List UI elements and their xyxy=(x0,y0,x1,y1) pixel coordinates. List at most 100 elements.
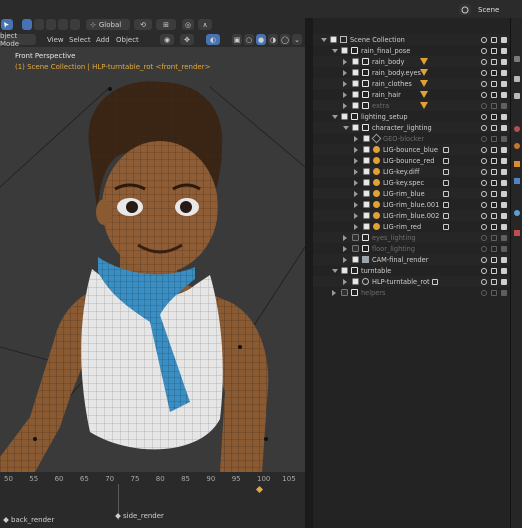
gizmo-toggle[interactable]: ✥ xyxy=(180,34,194,45)
world-tab-icon[interactable] xyxy=(514,143,520,149)
eye-icon[interactable] xyxy=(481,102,487,109)
outliner-row[interactable]: helpers xyxy=(313,287,511,298)
menu-add[interactable]: Add xyxy=(96,36,110,44)
render-icon[interactable] xyxy=(501,201,507,208)
expand-arrow-icon[interactable] xyxy=(332,48,338,53)
render-icon[interactable] xyxy=(501,278,507,285)
collapse-arrow-icon[interactable] xyxy=(343,278,347,285)
render-icon[interactable] xyxy=(501,47,507,54)
collapse-arrow-icon[interactable] xyxy=(354,179,358,186)
exclude-checkbox[interactable] xyxy=(363,179,370,186)
outliner-row[interactable]: LIG-rim_blue.001 xyxy=(313,199,511,210)
overlays-toggle[interactable]: ◐ xyxy=(206,34,220,45)
exclude-checkbox[interactable] xyxy=(352,124,359,131)
menu-view[interactable]: View xyxy=(47,36,64,44)
shading-options-dropdown[interactable]: ⌄ xyxy=(292,34,302,45)
tool-tab-icon[interactable] xyxy=(514,56,520,62)
eye-icon[interactable] xyxy=(481,190,487,197)
exclude-checkbox[interactable] xyxy=(352,102,359,109)
render-icon[interactable] xyxy=(501,91,507,98)
viewport-visibility-icon[interactable] xyxy=(491,36,497,43)
exclude-checkbox[interactable] xyxy=(341,289,348,296)
visibility-dropdown[interactable]: ◉ xyxy=(160,34,174,45)
exclude-checkbox[interactable] xyxy=(352,91,359,98)
scene-label[interactable]: Scene xyxy=(478,6,499,14)
select-tool-button[interactable] xyxy=(1,19,13,30)
outliner-row[interactable]: GEO-blocker xyxy=(313,133,511,144)
collapse-arrow-icon[interactable] xyxy=(343,58,347,65)
eye-icon[interactable] xyxy=(481,124,487,131)
eye-icon[interactable] xyxy=(481,267,487,274)
viewport-visibility-icon[interactable] xyxy=(491,223,497,230)
viewport-visibility-icon[interactable] xyxy=(491,245,497,252)
outliner-row[interactable]: rain_body xyxy=(313,56,511,67)
render-icon[interactable] xyxy=(501,256,507,263)
viewport-visibility-icon[interactable] xyxy=(491,289,497,296)
viewport-visibility-icon[interactable] xyxy=(491,124,497,131)
xray-toggle[interactable]: ▣ xyxy=(232,34,242,45)
expand-arrow-icon[interactable] xyxy=(343,125,349,130)
scene-icon[interactable] xyxy=(459,4,471,15)
collapse-arrow-icon[interactable] xyxy=(354,146,358,153)
viewport-visibility-icon[interactable] xyxy=(491,146,497,153)
viewport-visibility-icon[interactable] xyxy=(491,157,497,164)
viewport-visibility-icon[interactable] xyxy=(491,234,497,241)
proportional-edit-toggle[interactable]: ◎ xyxy=(182,19,194,30)
render-icon[interactable] xyxy=(501,190,507,197)
mode-dropdown[interactable]: bject Mode xyxy=(0,32,36,48)
eye-icon[interactable] xyxy=(481,201,487,208)
eye-icon[interactable] xyxy=(481,223,487,230)
eye-icon[interactable] xyxy=(481,168,487,175)
render-icon[interactable] xyxy=(501,58,507,65)
outliner-row[interactable]: LIG-rim_blue xyxy=(313,188,511,199)
eye-icon[interactable] xyxy=(481,58,487,65)
select-mode-invert-button[interactable] xyxy=(58,19,68,30)
eye-icon[interactable] xyxy=(481,113,487,120)
exclude-checkbox[interactable] xyxy=(352,69,359,76)
outliner-row[interactable]: HLP-turntable_rot xyxy=(313,276,511,287)
outliner-row[interactable]: eyes_lighting xyxy=(313,232,511,243)
eye-icon[interactable] xyxy=(481,135,487,142)
outliner-row[interactable]: LIG-bounce_red xyxy=(313,155,511,166)
expand-arrow-icon[interactable] xyxy=(321,37,327,42)
outliner-row[interactable]: LIG-bounce_blue xyxy=(313,144,511,155)
eye-icon[interactable] xyxy=(481,47,487,54)
snap-toggle[interactable]: ⊞ xyxy=(156,19,176,30)
render-icon[interactable] xyxy=(501,146,507,153)
collapse-arrow-icon[interactable] xyxy=(354,168,358,175)
viewport-visibility-icon[interactable] xyxy=(491,256,497,263)
select-mode-subtract-button[interactable] xyxy=(46,19,56,30)
keyframe-diamond[interactable] xyxy=(255,485,264,494)
eye-icon[interactable] xyxy=(481,179,487,186)
viewport-visibility-icon[interactable] xyxy=(491,69,497,76)
timeline-ruler[interactable]: 50 55 60 65 70 75 80 85 90 95 100 105 xyxy=(0,474,305,486)
eye-icon[interactable] xyxy=(481,146,487,153)
eye-icon[interactable] xyxy=(481,278,487,285)
outliner-row[interactable]: lighting_setup xyxy=(313,111,511,122)
output-tab-icon[interactable] xyxy=(514,93,520,99)
constraint-tab-icon[interactable] xyxy=(514,210,520,216)
viewport-visibility-icon[interactable] xyxy=(491,80,497,87)
render-icon[interactable] xyxy=(501,168,507,175)
exclude-checkbox[interactable] xyxy=(352,58,359,65)
outliner-row[interactable]: rain_body.eyes xyxy=(313,67,511,78)
viewport-visibility-icon[interactable] xyxy=(491,201,497,208)
eye-icon[interactable] xyxy=(481,69,487,76)
select-mode-new-button[interactable] xyxy=(22,19,32,30)
eye-icon[interactable] xyxy=(481,157,487,164)
outliner-row[interactable]: Scene Collection xyxy=(313,34,511,45)
exclude-checkbox[interactable] xyxy=(341,47,348,54)
exclude-checkbox[interactable] xyxy=(363,168,370,175)
outliner-row[interactable]: floor_lighting xyxy=(313,243,511,254)
collapse-arrow-icon[interactable] xyxy=(343,80,347,87)
render-icon[interactable] xyxy=(501,36,507,43)
exclude-checkbox[interactable] xyxy=(363,212,370,219)
exclude-checkbox[interactable] xyxy=(352,234,359,241)
viewport-visibility-icon[interactable] xyxy=(491,113,497,120)
render-icon[interactable] xyxy=(501,102,507,109)
collapse-arrow-icon[interactable] xyxy=(354,157,358,164)
outliner-row[interactable]: LIG-rim_red xyxy=(313,221,511,232)
collapse-arrow-icon[interactable] xyxy=(343,69,347,76)
collapse-arrow-icon[interactable] xyxy=(354,212,358,219)
viewport-visibility-icon[interactable] xyxy=(491,278,497,285)
